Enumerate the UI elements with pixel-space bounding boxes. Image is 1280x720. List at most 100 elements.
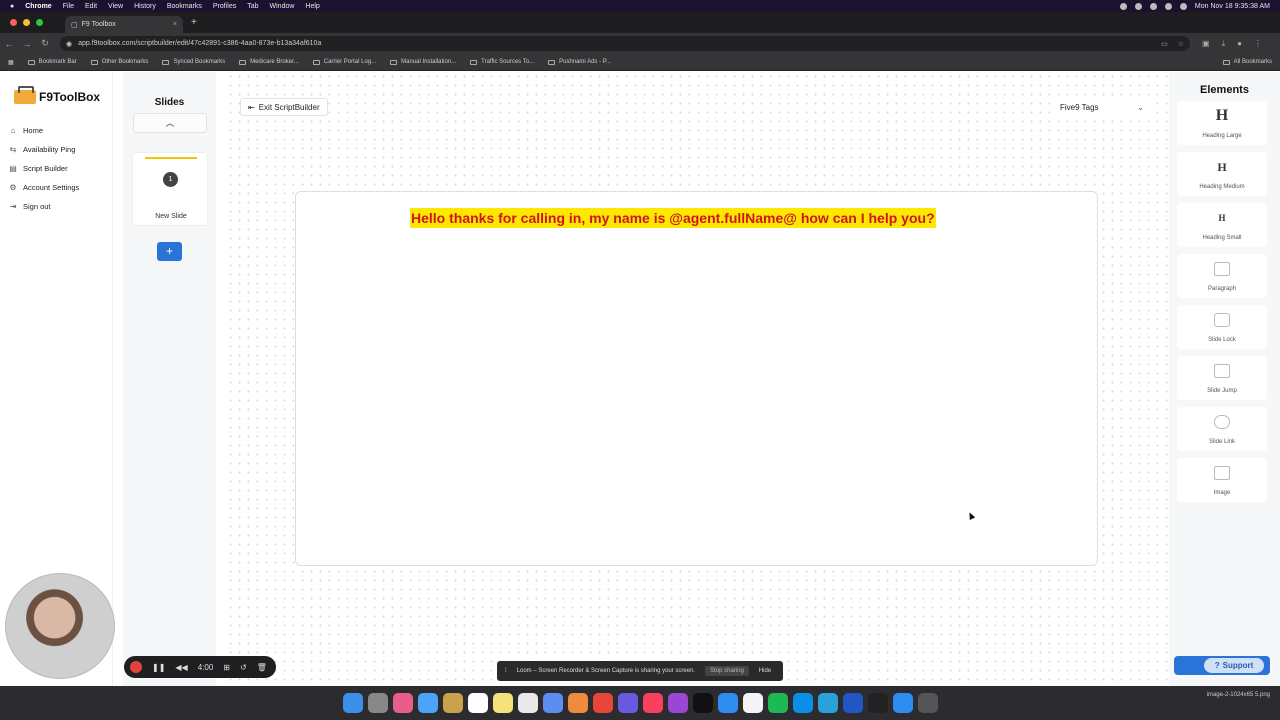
support-pill[interactable]: ? Support [1204, 658, 1264, 673]
zoom-icon[interactable] [892, 693, 913, 713]
rewind-icon[interactable]: ◀◀ [175, 663, 187, 672]
exit-scriptbuilder-button[interactable]: ⇤ Exit ScriptBuilder [240, 98, 328, 116]
element-image[interactable]: Image [1177, 458, 1267, 502]
search-icon[interactable] [1179, 2, 1187, 10]
menu-app[interactable]: Chrome [25, 3, 51, 10]
finder-icon[interactable] [342, 693, 363, 713]
menu-bookmarks[interactable]: Bookmarks [167, 3, 202, 10]
address-bar[interactable]: ◉ app.f9toolbox.com/scriptbuilder/edit/4… [60, 36, 1190, 51]
close-window-icon[interactable] [10, 19, 17, 26]
settings-icon[interactable] [367, 693, 388, 713]
maximize-window-icon[interactable] [36, 19, 43, 26]
bookmark-item[interactable]: Carrier Portal Log... [312, 59, 376, 65]
element-slide-link[interactable]: Slide Link [1177, 407, 1267, 451]
bookmark-item[interactable]: Manual Installation... [390, 59, 456, 65]
chrome-icon[interactable] [742, 693, 763, 713]
apps-icon[interactable]: ▦ [8, 59, 14, 66]
maps-icon[interactable] [542, 693, 563, 713]
cast-icon[interactable]: ▭ [1161, 40, 1168, 48]
sidebar-item-account-settings[interactable]: ⚙ Account Settings [9, 183, 79, 192]
element-heading-large[interactable]: H Heading Large [1177, 101, 1267, 145]
trash-icon[interactable]: 🗑 [257, 663, 267, 672]
sidebar-item-availability-ping[interactable]: ⇆ Availability Ping [9, 145, 76, 154]
reload-icon[interactable]: ↻ [36, 38, 54, 49]
browser-tab[interactable]: ▢ F9 Toolbox × [65, 16, 183, 33]
hide-button[interactable]: Hide [759, 668, 771, 674]
bookmark-item[interactable]: Synced Bookmarks [162, 59, 225, 65]
all-bookmarks[interactable]: All Bookmarks [1222, 59, 1272, 65]
slide-stage[interactable]: Hello thanks for calling in, my name is … [295, 191, 1098, 566]
element-heading-small[interactable]: H Heading Small [1177, 203, 1267, 247]
pause-icon[interactable]: ❚❚ [152, 663, 165, 672]
photos-icon[interactable] [567, 693, 588, 713]
extensions-icon[interactable]: ▣ [1202, 39, 1210, 49]
close-tab-icon[interactable]: × [173, 21, 177, 28]
add-slide-button[interactable]: + [157, 242, 182, 261]
back-icon[interactable]: ← [0, 39, 18, 49]
desktop-file-label[interactable]: image-2-1024x65 5.png [1207, 692, 1270, 698]
terminal-icon[interactable] [867, 693, 888, 713]
slide-heading[interactable]: Hello thanks for calling in, my name is … [410, 208, 936, 228]
download-icon[interactable]: ⤓ [1222, 39, 1226, 49]
menu-history[interactable]: History [134, 3, 156, 10]
sidebar-item-sign-out[interactable]: ⇥ Sign out [9, 202, 51, 211]
support-button[interactable]: ? Support [1174, 656, 1270, 675]
menu-edit[interactable]: Edit [85, 3, 97, 10]
skype-icon[interactable] [792, 693, 813, 713]
five9-tags-select[interactable]: Five9 Tags ⌄ [1052, 98, 1152, 116]
menu-file[interactable]: File [63, 3, 74, 10]
status-icon[interactable] [1134, 2, 1142, 10]
menu-help[interactable]: Help [305, 3, 319, 10]
star-icon[interactable]: ☆ [1178, 40, 1184, 48]
collapse-slides-button[interactable]: ︿ [133, 113, 207, 133]
menu-profiles[interactable]: Profiles [213, 3, 236, 10]
bookmark-item[interactable]: Bookmark Bar [27, 59, 77, 65]
spotify-icon[interactable] [767, 693, 788, 713]
podcasts-icon[interactable] [667, 693, 688, 713]
forward-icon[interactable]: → [18, 39, 36, 49]
menu-tab[interactable]: Tab [247, 3, 258, 10]
menu-view[interactable]: View [108, 3, 123, 10]
launchpad-icon[interactable] [392, 693, 413, 713]
stop-sharing-button[interactable]: Stop sharing [705, 666, 749, 676]
calendar-icon[interactable] [467, 693, 488, 713]
clock[interactable]: Mon Nov 18 9:35:38 AM [1195, 3, 1270, 10]
element-paragraph[interactable]: Paragraph [1177, 254, 1267, 298]
discord-icon[interactable] [617, 693, 638, 713]
more-icon[interactable]: ⋮ [1254, 39, 1262, 49]
mail-icon[interactable] [417, 693, 438, 713]
app-store-icon[interactable] [717, 693, 738, 713]
bookmark-item[interactable]: Pushnami Ads - P... [548, 59, 611, 65]
new-tab-icon[interactable]: + [191, 17, 197, 28]
bookmark-item[interactable]: Traffic Sources To... [470, 59, 534, 65]
trash-dock-icon[interactable] [917, 693, 938, 713]
profile-icon[interactable]: ● [1237, 39, 1242, 49]
sidebar-item-script-builder[interactable]: ▤ Script Builder [9, 164, 67, 173]
stickies-icon[interactable] [492, 693, 513, 713]
restart-icon[interactable]: ↺ [240, 663, 247, 672]
notes-icon[interactable] [442, 693, 463, 713]
vscode-icon[interactable] [842, 693, 863, 713]
logo[interactable]: F9ToolBox [14, 86, 100, 104]
minimize-window-icon[interactable] [23, 19, 30, 26]
site-info-icon[interactable]: ◉ [66, 40, 72, 48]
element-slide-lock[interactable]: Slide Lock [1177, 305, 1267, 349]
sidebar-item-home[interactable]: ⌂ Home [9, 126, 43, 135]
bookmark-item[interactable]: Other Bookmarks [90, 59, 148, 65]
tv-icon[interactable] [692, 693, 713, 713]
slide-thumbnail[interactable]: 1 New Slide [132, 152, 208, 226]
element-heading-medium[interactable]: H Heading Medium [1177, 152, 1267, 196]
drag-handle-icon[interactable]: ⁞ [505, 668, 507, 674]
menu-window[interactable]: Window [270, 3, 295, 10]
webcam-bubble[interactable] [5, 573, 115, 679]
telegram-icon[interactable] [817, 693, 838, 713]
status-icon[interactable] [1149, 2, 1157, 10]
reminders-icon[interactable] [517, 693, 538, 713]
stop-record-button[interactable] [130, 661, 142, 673]
status-icon[interactable] [1119, 2, 1127, 10]
grid-icon[interactable]: ⊞ [223, 663, 230, 672]
news-icon[interactable] [592, 693, 613, 713]
wifi-icon[interactable] [1164, 2, 1172, 10]
element-slide-jump[interactable]: Slide Jump [1177, 356, 1267, 400]
bookmark-item[interactable]: Medicare Broker... [239, 59, 299, 65]
